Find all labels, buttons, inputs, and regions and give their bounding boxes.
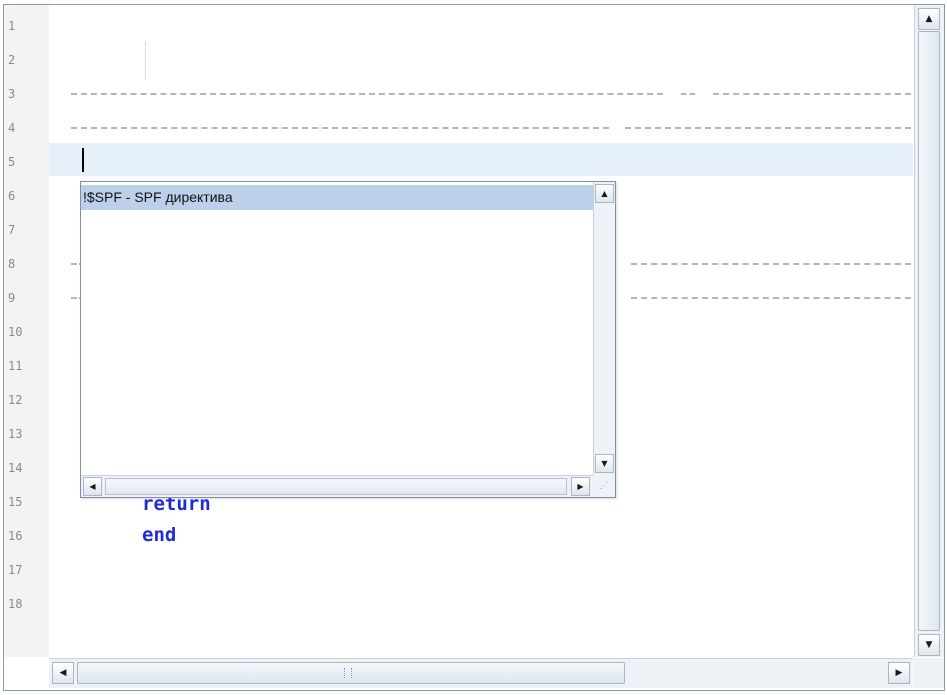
line-number: 1: [8, 19, 16, 33]
line-number: 15: [8, 495, 23, 509]
popup-vertical-scrollbar[interactable]: ▲ ▼: [593, 182, 615, 475]
line-number: 14: [8, 461, 23, 475]
horizontal-scrollbar[interactable]: ◀ ▶: [49, 658, 913, 688]
comment-rule: [713, 93, 913, 95]
arrow-up-icon: ▲: [925, 14, 933, 24]
popup-scroll-left-button[interactable]: ◀: [83, 477, 102, 496]
arrow-down-icon: ▼: [601, 459, 608, 468]
autocomplete-popup[interactable]: !$SPF - SPF директива ▲ ▼ ◀ ▶ ⋰: [80, 181, 616, 498]
popup-horizontal-scrollbar[interactable]: ◀ ▶: [81, 475, 593, 497]
line-number: 12: [8, 393, 23, 407]
line-number: 2: [8, 53, 16, 67]
comment-rule: [631, 297, 913, 299]
autocomplete-list[interactable]: !$SPF - SPF директива: [81, 182, 593, 475]
line-number: 18: [8, 597, 23, 611]
arrow-right-icon: ▶: [895, 668, 903, 678]
popup-scroll-down-button[interactable]: ▼: [595, 454, 614, 473]
arrow-up-icon: ▲: [601, 189, 608, 198]
resize-grip-icon[interactable]: ⋰: [593, 475, 615, 497]
comment-rule: [625, 127, 913, 129]
line-number: 11: [8, 359, 23, 373]
scroll-right-button[interactable]: ▶: [888, 662, 910, 684]
line-number-gutter: 1 2 3 4 5 6 7 8 9 10 11 12 13 14 15 16 1…: [4, 5, 49, 657]
scroll-left-button[interactable]: ◀: [52, 662, 74, 684]
scrollbar-corner: [914, 658, 944, 688]
horizontal-scroll-thumb[interactable]: [77, 662, 625, 684]
arrow-left-icon: ◀: [59, 668, 67, 678]
line-number: 5: [8, 155, 16, 169]
line-number: 6: [8, 189, 16, 203]
comment-line: !: [57, 77, 913, 111]
popup-scroll-right-button[interactable]: ▶: [571, 477, 590, 496]
popup-horizontal-scroll-thumb[interactable]: [105, 478, 567, 495]
arrow-down-icon: ▼: [925, 640, 933, 650]
grip-icon: [344, 668, 352, 678]
line-number: 13: [8, 427, 23, 441]
scroll-down-button[interactable]: ▼: [918, 634, 940, 656]
line-number: 10: [8, 325, 23, 339]
comment-rule: [631, 263, 913, 265]
scroll-up-button[interactable]: ▲: [918, 8, 940, 30]
text-caret: [82, 148, 84, 172]
arrow-right-icon: ▶: [577, 482, 584, 491]
line-number: 9: [8, 291, 16, 305]
line-number: 17: [8, 563, 23, 577]
line-number: 8: [8, 257, 16, 271]
comment-rule: [71, 93, 663, 95]
vertical-scrollbar[interactable]: ▲ ▼: [914, 5, 944, 657]
line-number: 7: [8, 223, 16, 237]
line-number: 4: [8, 121, 16, 135]
arrow-left-icon: ◀: [89, 482, 96, 491]
autocomplete-item-selected[interactable]: !$SPF - SPF директива: [81, 185, 593, 210]
comment-rule: [71, 127, 609, 129]
comment-line: !: [57, 111, 913, 145]
line-number: 16: [8, 529, 23, 543]
comment-rule: [681, 93, 695, 95]
line-number: 3: [8, 87, 16, 101]
indent-guide: [145, 43, 146, 79]
popup-scroll-up-button[interactable]: ▲: [595, 184, 614, 203]
current-line-text: !$: [57, 143, 257, 177]
keyword-end: end: [142, 524, 177, 546]
vertical-scroll-thumb[interactable]: [918, 31, 940, 631]
